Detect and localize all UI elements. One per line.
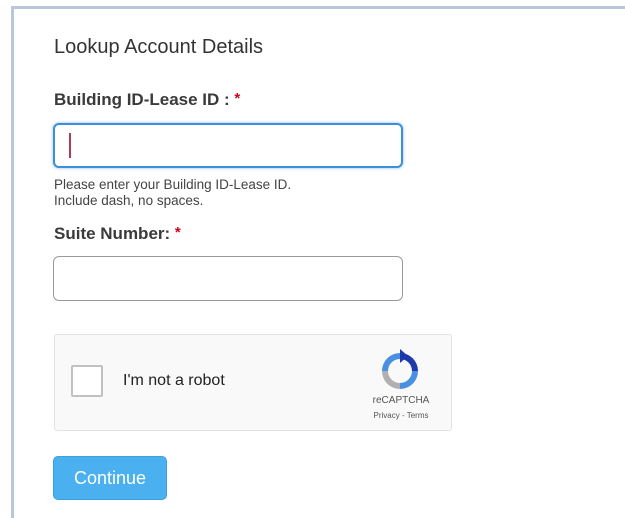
help-line-2: Include dash, no spaces.: [54, 193, 204, 208]
recaptcha-privacy-terms-links[interactable]: Privacy - Terms: [355, 411, 447, 420]
building-id-label: Building ID-Lease ID : *: [54, 90, 240, 110]
page: Lookup Account Details Building ID-Lease…: [0, 0, 625, 518]
recaptcha-logo-icon: [382, 349, 418, 389]
building-id-input[interactable]: [53, 123, 403, 168]
recaptcha-checkbox[interactable]: [71, 365, 103, 397]
required-marker: *: [234, 90, 241, 107]
continue-button[interactable]: Continue: [53, 456, 167, 500]
suite-number-label-text: Suite Number:: [54, 224, 171, 243]
suite-number-label: Suite Number: *: [54, 224, 181, 244]
panel-border-top: [13, 6, 625, 9]
recaptcha-label: I'm not a robot: [123, 372, 225, 389]
recaptcha-widget: I'm not a robot reCAPTCHA Privacy - Term…: [54, 334, 452, 431]
text-caret: [69, 133, 71, 158]
required-marker: *: [174, 224, 181, 241]
building-id-label-text: Building ID-Lease ID :: [54, 90, 230, 109]
suite-number-input[interactable]: [53, 256, 403, 301]
panel-border-left: [11, 6, 14, 518]
recaptcha-brand: reCAPTCHA: [372, 395, 430, 406]
page-title: Lookup Account Details: [54, 36, 264, 58]
building-id-help-text: Please enter your Building ID-Lease ID. …: [54, 177, 291, 209]
help-line-1: Please enter your Building ID-Lease ID.: [54, 177, 292, 192]
